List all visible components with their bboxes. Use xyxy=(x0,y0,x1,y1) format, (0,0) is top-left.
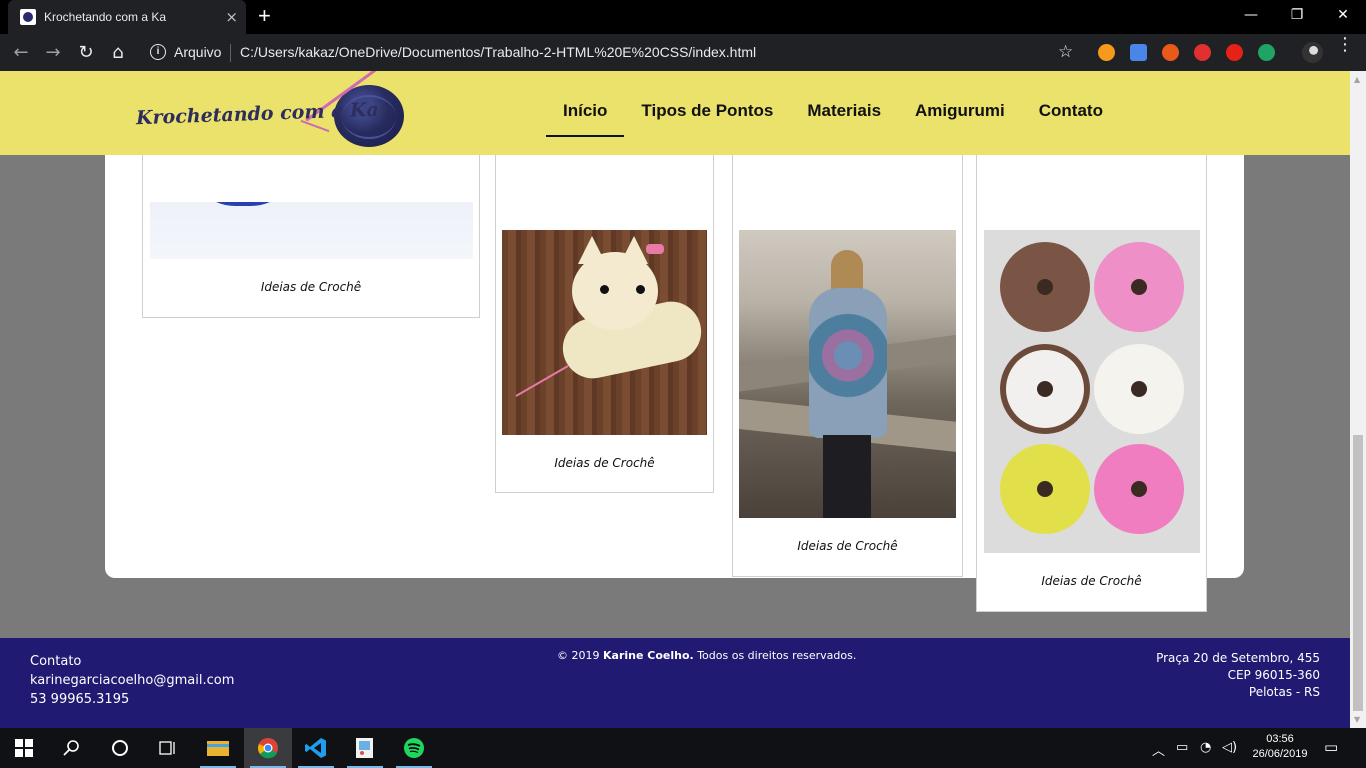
file-explorer-button[interactable] xyxy=(194,728,242,768)
spotify-button[interactable] xyxy=(390,728,438,768)
cortana-button[interactable] xyxy=(96,728,144,768)
footer-contact: Contato karinegarciacoelho@gmail.com 53 … xyxy=(30,652,234,709)
windows-logo-icon xyxy=(15,739,33,757)
amigurumi-cat-photo xyxy=(502,230,707,435)
start-button[interactable] xyxy=(0,728,48,768)
site-footer: Contato karinegarciacoelho@gmail.com 53 … xyxy=(0,638,1350,728)
clock-time: 03:56 xyxy=(1266,733,1294,745)
spotify-icon xyxy=(404,738,424,758)
page-scrollbar[interactable]: ▲ ▼ xyxy=(1350,71,1366,728)
nav-contato[interactable]: Contato xyxy=(1022,97,1120,125)
footer-address: Praça 20 de Setembro, 455 CEP 96015-360 … xyxy=(1156,650,1320,701)
tab-close-icon[interactable]: × xyxy=(225,8,238,26)
browser-tab-strip: Krochetando com a Ka × + — ❐ ✕ xyxy=(0,0,1366,34)
copyright-rights: Todos os direitos reservados. xyxy=(697,649,857,662)
page-viewport: Ideias de Crochê Ideias de Crochê Ideias… xyxy=(0,71,1350,728)
search-button[interactable] xyxy=(48,728,96,768)
vscode-button[interactable] xyxy=(292,728,340,768)
task-view-button[interactable] xyxy=(144,728,192,768)
address-city: Pelotas - RS xyxy=(1248,685,1320,699)
address-bar[interactable]: C:/Users/kakaz/OneDrive/Documentos/Traba… xyxy=(240,44,756,60)
browser-tab[interactable]: Krochetando com a Ka × xyxy=(8,0,246,34)
extension-translate-icon[interactable] xyxy=(1130,44,1147,61)
minimize-button[interactable]: — xyxy=(1228,0,1274,30)
footer-phone: 53 99965.3195 xyxy=(30,692,130,707)
paint-button[interactable] xyxy=(341,728,389,768)
site-header: Krochetando com a Ka Início Tipos de Pon… xyxy=(0,71,1350,155)
gallery-caption: Ideias de Crochê xyxy=(260,280,362,294)
security-label[interactable]: Arquivo xyxy=(174,44,221,60)
new-tab-button[interactable]: + xyxy=(258,4,271,28)
nav-tipos-de-pontos[interactable]: Tipos de Pontos xyxy=(624,97,790,125)
extension-adblock-icon[interactable] xyxy=(1194,44,1211,61)
profile-avatar[interactable] xyxy=(1302,42,1323,63)
address-street: Praça 20 de Setembro, 455 xyxy=(1156,651,1320,665)
active-nav-indicator xyxy=(546,135,624,137)
task-view-icon xyxy=(159,741,175,755)
nav-materiais[interactable]: Materiais xyxy=(790,97,898,125)
cortana-icon xyxy=(112,740,128,756)
extension-youtube-icon[interactable] xyxy=(1226,44,1243,61)
scroll-down-icon[interactable]: ▼ xyxy=(1354,715,1360,724)
paint-icon xyxy=(356,738,373,758)
scroll-up-icon[interactable]: ▲ xyxy=(1354,75,1360,84)
main-navigation: Início Tipos de Pontos Materiais Amiguru… xyxy=(546,97,1120,125)
folder-icon xyxy=(207,741,229,756)
gallery-caption: Ideias de Crochê xyxy=(1041,574,1142,588)
notifications-icon[interactable]: ▭ xyxy=(1324,738,1338,756)
omnibox-divider xyxy=(230,44,231,62)
bookmark-star-icon[interactable]: ☆ xyxy=(1058,42,1073,62)
address-zip: CEP 96015-360 xyxy=(1227,668,1320,682)
site-favicon-icon xyxy=(20,9,36,25)
extension-hangouts-icon[interactable] xyxy=(1258,44,1275,61)
windows-taskbar: ︿ ▭ ◔ ◁) 03:56 26/06/2019 ▭ xyxy=(0,728,1366,768)
forward-icon[interactable]: → xyxy=(42,42,64,64)
nav-amigurumi[interactable]: Amigurumi xyxy=(898,97,1022,125)
battery-icon[interactable]: ▭ xyxy=(1176,740,1188,755)
footer-copyright: © 2019 Karine Coelho. Todos os direitos … xyxy=(557,649,856,662)
close-window-button[interactable]: ✕ xyxy=(1320,0,1366,30)
extension-fire-icon[interactable] xyxy=(1162,44,1179,61)
chrome-button[interactable] xyxy=(244,728,292,768)
copyright-year: © 2019 xyxy=(557,649,600,662)
extension-play-icon[interactable] xyxy=(1098,44,1115,61)
back-icon[interactable]: ← xyxy=(10,42,32,64)
gallery-caption: Ideias de Crochê xyxy=(797,539,898,553)
clock-date: 26/06/2019 xyxy=(1252,748,1308,760)
nav-inicio[interactable]: Início xyxy=(546,97,624,125)
volume-icon[interactable]: ◁) xyxy=(1222,740,1237,755)
footer-email[interactable]: karinegarciacoelho@gmail.com xyxy=(30,671,234,690)
system-clock[interactable]: 03:56 26/06/2019 xyxy=(1244,732,1316,762)
home-icon[interactable]: ⌂ xyxy=(107,42,129,64)
crochet-cardigan-photo xyxy=(739,230,956,518)
vscode-icon xyxy=(305,738,326,758)
maximize-button[interactable]: ❐ xyxy=(1274,0,1320,30)
copyright-author: Karine Coelho. xyxy=(603,649,694,662)
chrome-icon xyxy=(258,738,278,759)
scrollbar-thumb[interactable] xyxy=(1353,435,1363,711)
browser-toolbar: ← → ↻ ⌂ i Arquivo C:/Users/kakaz/OneDriv… xyxy=(0,34,1366,71)
search-icon xyxy=(63,740,79,756)
browser-menu-icon[interactable]: ⋮ xyxy=(1335,36,1355,54)
footer-contact-heading: Contato xyxy=(30,654,82,669)
wifi-icon[interactable]: ◔ xyxy=(1200,740,1211,755)
tab-title: Krochetando com a Ka xyxy=(44,10,167,24)
gallery-caption: Ideias de Crochê xyxy=(554,456,655,470)
reload-icon[interactable]: ↻ xyxy=(75,42,97,64)
crochet-donuts-photo xyxy=(984,230,1200,553)
info-icon[interactable]: i xyxy=(150,44,166,60)
blue-yarn-photo xyxy=(150,202,473,259)
tray-chevron-icon[interactable]: ︿ xyxy=(1152,740,1165,759)
